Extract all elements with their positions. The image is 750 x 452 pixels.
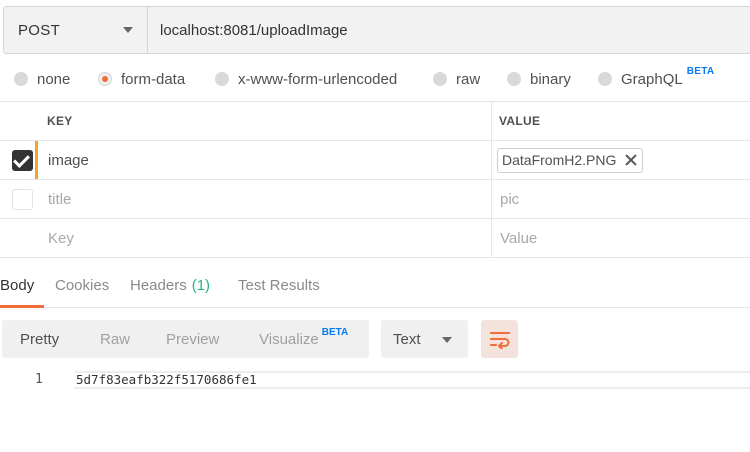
file-name: DataFromH2.PNG bbox=[502, 152, 617, 168]
row-key-input[interactable]: title bbox=[37, 180, 492, 218]
tab-label: Body bbox=[0, 277, 35, 294]
params-table: KEY VALUE image DataFromH2.PNG title pic… bbox=[0, 101, 750, 258]
tab-label: Cookies bbox=[55, 277, 110, 294]
line-number: 1 bbox=[35, 372, 43, 387]
radio-label: form-data bbox=[121, 70, 186, 88]
row-key-input[interactable]: image bbox=[37, 141, 492, 179]
radio-x-www-form-urlencoded[interactable]: x-www-form-urlencoded bbox=[215, 64, 397, 94]
table-row-new: Key Value bbox=[0, 219, 750, 258]
method-select[interactable]: POST bbox=[3, 6, 148, 54]
view-visualize[interactable]: Visualize BETA bbox=[259, 320, 348, 358]
header-check-cell bbox=[0, 102, 37, 140]
row-check-cell bbox=[0, 141, 38, 179]
wrap-lines-icon bbox=[489, 332, 510, 349]
wrap-lines-button[interactable] bbox=[481, 320, 518, 358]
header-key-label: KEY bbox=[47, 114, 73, 128]
row-value-cell[interactable]: DataFromH2.PNG bbox=[492, 141, 750, 179]
table-row: image DataFromH2.PNG bbox=[0, 141, 750, 180]
tab-body[interactable]: Body bbox=[0, 266, 44, 308]
tab-headers[interactable]: Headers (1) bbox=[130, 266, 210, 308]
radio-form-data[interactable]: form-data bbox=[98, 64, 185, 94]
new-key-input[interactable]: Key bbox=[37, 219, 492, 257]
row-active-marker bbox=[35, 141, 38, 179]
row-value-input[interactable]: pic bbox=[492, 180, 750, 218]
request-bar: POST localhost:8081/uploadImage bbox=[3, 6, 750, 54]
view-mode-group: Pretty Raw Preview Visualize BETA bbox=[2, 320, 369, 358]
row-check-cell bbox=[0, 219, 37, 257]
response-body[interactable]: 1 5d7f83eafb322f5170686fe1 bbox=[0, 370, 750, 390]
row-checkbox[interactable] bbox=[12, 189, 33, 210]
view-pretty[interactable]: Pretty bbox=[20, 320, 59, 358]
radio-graphql[interactable]: GraphQL BETA bbox=[598, 64, 714, 94]
close-icon[interactable] bbox=[625, 154, 637, 166]
radio-label: raw bbox=[456, 70, 481, 88]
radio-circle[interactable] bbox=[507, 72, 521, 86]
beta-badge: BETA bbox=[321, 326, 349, 338]
chevron-down-icon bbox=[123, 27, 133, 33]
radio-circle-selected[interactable] bbox=[98, 72, 112, 86]
format-select[interactable]: Text bbox=[381, 320, 468, 358]
radio-circle[interactable] bbox=[14, 72, 28, 86]
method-label: POST bbox=[18, 21, 61, 39]
radio-label: binary bbox=[530, 70, 571, 88]
body-type-group: none form-data x-www-form-urlencoded raw… bbox=[0, 64, 750, 94]
row-check-cell bbox=[0, 180, 37, 218]
tab-cookies[interactable]: Cookies bbox=[55, 266, 109, 308]
row-checkbox-checked[interactable] bbox=[12, 150, 33, 171]
radio-label: x-www-form-urlencoded bbox=[238, 70, 398, 88]
url-input[interactable]: localhost:8081/uploadImage bbox=[148, 6, 750, 54]
response-tabs: Body Cookies Headers (1) Test Results bbox=[0, 266, 750, 308]
tab-label: Test Results bbox=[238, 277, 320, 294]
table-header: KEY VALUE bbox=[0, 102, 750, 141]
chevron-down-icon bbox=[442, 337, 452, 343]
view-raw[interactable]: Raw bbox=[100, 320, 130, 358]
radio-circle[interactable] bbox=[215, 72, 229, 86]
file-chip: DataFromH2.PNG bbox=[497, 147, 644, 173]
new-value-input[interactable]: Value bbox=[492, 219, 750, 257]
radio-circle[interactable] bbox=[433, 72, 447, 86]
tab-test-results[interactable]: Test Results bbox=[238, 266, 320, 308]
header-value-label: VALUE bbox=[499, 114, 541, 128]
view-visualize-label: Visualize bbox=[259, 330, 319, 348]
radio-label: GraphQL bbox=[621, 70, 683, 88]
radio-label: none bbox=[37, 70, 71, 88]
view-preview[interactable]: Preview bbox=[166, 320, 219, 358]
table-row: title pic bbox=[0, 180, 750, 219]
tab-label: Headers bbox=[130, 277, 187, 294]
header-key: KEY bbox=[37, 102, 492, 140]
beta-badge: BETA bbox=[686, 65, 715, 77]
radio-circle[interactable] bbox=[598, 72, 612, 86]
header-value: VALUE bbox=[492, 102, 750, 140]
code-line: 5d7f83eafb322f5170686fe1 bbox=[74, 371, 750, 389]
format-label: Text bbox=[393, 330, 421, 348]
headers-count: (1) bbox=[191, 277, 211, 294]
radio-none[interactable]: none bbox=[14, 64, 70, 94]
radio-binary[interactable]: binary bbox=[507, 64, 571, 94]
radio-raw[interactable]: raw bbox=[433, 64, 480, 94]
